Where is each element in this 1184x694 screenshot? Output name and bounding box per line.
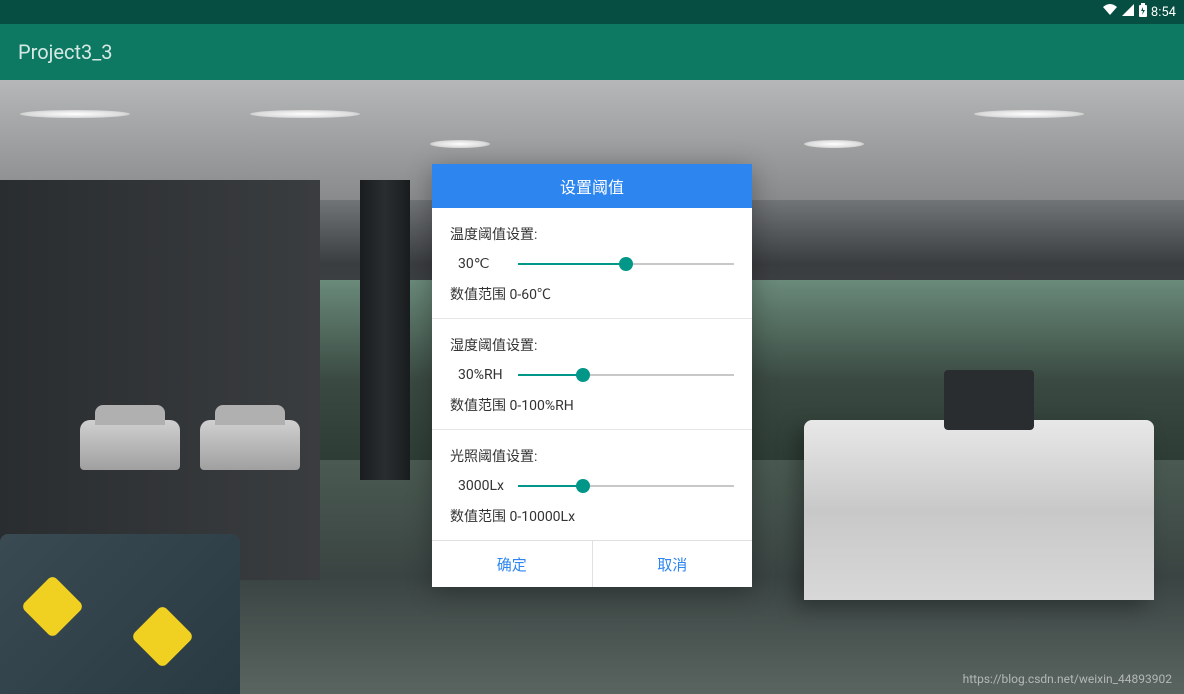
status-bar: 8:54: [0, 0, 1184, 24]
humidity-range: 数值范围 0-100%RH: [450, 395, 734, 415]
temperature-slider-row: 30℃: [450, 256, 734, 272]
humidity-slider[interactable]: [518, 374, 734, 376]
cancel-button[interactable]: 取消: [593, 541, 753, 587]
slider-thumb[interactable]: [576, 479, 590, 493]
threshold-dialog: 设置阈值 温度阈值设置: 30℃ 数值范围 0-60℃ 湿度阈值设置: 30%R…: [432, 164, 752, 587]
humidity-value: 30%RH: [458, 367, 508, 383]
light-section: 光照阈值设置: 3000Lx 数值范围 0-10000Lx: [432, 430, 752, 541]
bg-light: [20, 110, 130, 118]
bg-light: [430, 140, 490, 148]
bg-cushion: [131, 605, 195, 669]
content-area: 设置阈值 温度阈值设置: 30℃ 数值范围 0-60℃ 湿度阈值设置: 30%R…: [0, 80, 1184, 694]
humidity-label: 湿度阈值设置:: [450, 335, 734, 355]
battery-icon: [1138, 3, 1148, 22]
bg-light: [974, 110, 1084, 118]
bg-light: [804, 140, 864, 148]
light-value: 3000Lx: [458, 478, 508, 494]
app-title: Project3_3: [18, 40, 113, 64]
bg-car: [200, 420, 300, 470]
light-label: 光照阈值设置:: [450, 446, 734, 466]
slider-thumb[interactable]: [619, 257, 633, 271]
confirm-button[interactable]: 确定: [432, 541, 593, 587]
bg-desk: [804, 420, 1154, 600]
bg-car: [80, 420, 180, 470]
watermark: https://blog.csdn.net/weixin_44893902: [963, 672, 1172, 686]
wifi-icon: [1102, 3, 1118, 21]
status-icons: 8:54: [1102, 3, 1176, 22]
light-slider[interactable]: [518, 485, 734, 487]
light-range: 数值范围 0-10000Lx: [450, 506, 734, 526]
slider-fill: [518, 374, 583, 376]
humidity-slider-row: 30%RH: [450, 367, 734, 383]
app-bar: Project3_3: [0, 24, 1184, 80]
temperature-label: 温度阈值设置:: [450, 224, 734, 244]
slider-fill: [518, 485, 583, 487]
dialog-body: 温度阈值设置: 30℃ 数值范围 0-60℃ 湿度阈值设置: 30%RH: [432, 208, 752, 541]
temperature-range: 数值范围 0-60℃: [450, 284, 734, 304]
status-time: 8:54: [1151, 5, 1176, 20]
signal-icon: [1121, 3, 1135, 21]
slider-thumb[interactable]: [576, 368, 590, 382]
temperature-section: 温度阈值设置: 30℃ 数值范围 0-60℃: [432, 208, 752, 319]
dialog-actions: 确定 取消: [432, 541, 752, 587]
light-slider-row: 3000Lx: [450, 478, 734, 494]
humidity-section: 湿度阈值设置: 30%RH 数值范围 0-100%RH: [432, 319, 752, 430]
bg-pillar: [360, 180, 410, 480]
temperature-value: 30℃: [458, 256, 508, 272]
bg-cushion: [21, 575, 85, 639]
bg-structure: [0, 180, 320, 580]
dialog-title: 设置阈值: [432, 164, 752, 208]
slider-fill: [518, 263, 626, 265]
bg-light: [250, 110, 360, 118]
bg-sofa: [0, 534, 240, 694]
temperature-slider[interactable]: [518, 263, 734, 265]
